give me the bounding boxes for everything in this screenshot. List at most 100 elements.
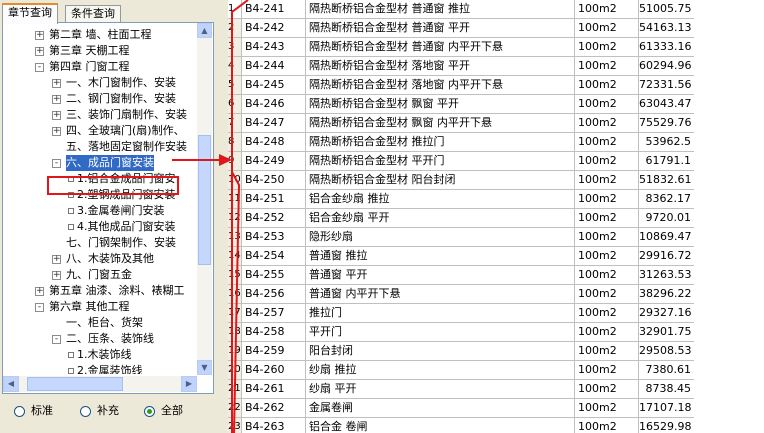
expand-icon[interactable]: + [35,287,44,296]
tree-node[interactable]: + 一、木门窗制作、安装 [3,75,196,91]
quota-price-cell[interactable]: 17107.18 [639,399,694,418]
quota-name-cell[interactable]: 推拉门 [306,304,575,323]
collapse-icon[interactable]: - [52,335,61,344]
row-number-cell[interactable]: 23 [228,418,242,433]
quota-name-cell[interactable]: 隔热断桥铝合金型材 阳台封闭 [306,171,575,190]
row-number-cell[interactable]: 5 [228,76,242,95]
quota-name-cell[interactable]: 隔热断桥铝合金型材 普通窗 内平开下悬 [306,38,575,57]
row-number-cell[interactable]: 14 [228,247,242,266]
table-row[interactable]: 4 B4-244 隔热断桥铝合金型材 落地窗 平开 100m2 60294.96 [228,57,694,76]
quota-price-cell[interactable]: 31263.53 [639,266,694,285]
row-number-cell[interactable]: 12 [228,209,242,228]
tree-node[interactable]: - 第六章 其他工程 [3,299,196,315]
quota-code-cell[interactable]: B4-246 [242,95,306,114]
quota-unit-cell[interactable]: 100m2 [575,342,639,361]
quota-price-cell[interactable]: 32901.75 [639,323,694,342]
expand-icon[interactable]: + [52,271,61,280]
table-row[interactable]: 12 B4-252 铝合金纱扇 平开 100m2 9720.01 [228,209,694,228]
quota-name-cell[interactable]: 铝合金 卷闸 [306,418,575,433]
pane-splitter[interactable] [216,0,228,433]
table-row[interactable]: 15 B4-255 普通窗 平开 100m2 31263.53 [228,266,694,285]
quota-unit-cell[interactable]: 100m2 [575,114,639,133]
collapse-icon[interactable]: - [35,303,44,312]
quota-name-cell[interactable]: 普通窗 平开 [306,266,575,285]
quota-unit-cell[interactable]: 100m2 [575,266,639,285]
expand-icon[interactable]: + [35,47,44,56]
tree-node[interactable]: - 第四章 门窗工程 [3,59,196,75]
quota-name-cell[interactable]: 平开门 [306,323,575,342]
quota-unit-cell[interactable]: 100m2 [575,323,639,342]
quota-code-cell[interactable]: B4-254 [242,247,306,266]
quota-unit-cell[interactable]: 100m2 [575,171,639,190]
table-row[interactable]: 10 B4-250 隔热断桥铝合金型材 阳台封闭 100m2 51832.61 [228,171,694,190]
row-number-cell[interactable]: 21 [228,380,242,399]
tree-horizontal-thumb[interactable] [27,377,123,391]
tree-node[interactable]: + 八、木装饰及其他 [3,251,196,267]
quota-code-cell[interactable]: B4-258 [242,323,306,342]
row-number-cell[interactable]: 4 [228,57,242,76]
quota-name-cell[interactable]: 铝合金纱扇 平开 [306,209,575,228]
quota-unit-cell[interactable]: 100m2 [575,0,639,19]
quota-price-cell[interactable]: 63043.47 [639,95,694,114]
quota-price-cell[interactable]: 29327.16 [639,304,694,323]
table-row[interactable]: 17 B4-257 推拉门 100m2 29327.16 [228,304,694,323]
quota-name-cell[interactable]: 隔热断桥铝合金型材 平开门 [306,152,575,171]
quota-price-cell[interactable]: 38296.22 [639,285,694,304]
tree-node[interactable]: - 六、成品门窗安装 [3,155,196,171]
tree-node[interactable]: + 第三章 天棚工程 [3,43,196,59]
row-number-cell[interactable]: 2 [228,19,242,38]
quota-unit-cell[interactable]: 100m2 [575,57,639,76]
quota-unit-cell[interactable]: 100m2 [575,380,639,399]
expand-icon[interactable]: + [52,95,61,104]
quota-name-cell[interactable]: 隔热断桥铝合金型材 飘窗 平开 [306,95,575,114]
quota-unit-cell[interactable]: 100m2 [575,19,639,38]
quota-price-cell[interactable]: 51832.61 [639,171,694,190]
quota-name-cell[interactable]: 隔热断桥铝合金型材 落地窗 平开 [306,57,575,76]
quota-unit-cell[interactable]: 100m2 [575,76,639,95]
table-row[interactable]: 16 B4-256 普通窗 内平开下悬 100m2 38296.22 [228,285,694,304]
row-number-cell[interactable]: 8 [228,133,242,152]
radio-standard-dot[interactable] [14,406,25,417]
quota-unit-cell[interactable]: 100m2 [575,247,639,266]
collapse-icon[interactable]: - [35,63,44,72]
row-number-cell[interactable]: 15 [228,266,242,285]
quota-price-cell[interactable]: 60294.96 [639,57,694,76]
quota-code-cell[interactable]: B4-261 [242,380,306,399]
quota-unit-cell[interactable]: 100m2 [575,228,639,247]
table-row[interactable]: 13 B4-253 隐形纱扇 100m2 10869.47 [228,228,694,247]
quota-price-cell[interactable]: 8362.17 [639,190,694,209]
table-row[interactable]: 3 B4-243 隔热断桥铝合金型材 普通窗 内平开下悬 100m2 61333.16 [228,38,694,57]
row-number-cell[interactable]: 11 [228,190,242,209]
quota-code-cell[interactable]: B4-252 [242,209,306,228]
expand-icon[interactable]: + [35,31,44,40]
quota-unit-cell[interactable]: 100m2 [575,133,639,152]
tree-node[interactable]: 一、柜台、货架 [3,315,196,331]
quota-price-cell[interactable]: 61791.1 [639,152,694,171]
quota-code-cell[interactable]: B4-249 [242,152,306,171]
expand-icon[interactable]: + [52,127,61,136]
row-number-cell[interactable]: 17 [228,304,242,323]
quota-code-cell[interactable]: B4-244 [242,57,306,76]
tree-vertical-thumb[interactable] [198,135,211,265]
row-number-cell[interactable]: 3 [228,38,242,57]
table-row[interactable]: 23 B4-263 铝合金 卷闸 100m2 16529.98 [228,418,694,433]
quota-price-cell[interactable]: 53962.5 [639,133,694,152]
table-row[interactable]: 2 B4-242 隔热断桥铝合金型材 普通窗 平开 100m2 54163.13 [228,19,694,38]
quota-unit-cell[interactable]: 100m2 [575,361,639,380]
quota-code-cell[interactable]: B4-256 [242,285,306,304]
scroll-left-icon[interactable]: ◀ [3,376,19,392]
quota-name-cell[interactable]: 隐形纱扇 [306,228,575,247]
quota-code-cell[interactable]: B4-243 [242,38,306,57]
chapter-tree[interactable]: + 第二章 墙、柱面工程 + 第三章 天棚工程 - 第四章 门窗工程 + 一、木门窗制作、安装… [3,25,196,374]
tree-node[interactable]: 2.金属装饰线 [3,363,196,374]
row-number-cell[interactable]: 13 [228,228,242,247]
quota-price-cell[interactable]: 61333.16 [639,38,694,57]
tree-node[interactable]: 3.金属卷闸门安装 [3,203,196,219]
tree-node[interactable]: + 二、钢门窗制作、安装 [3,91,196,107]
row-number-cell[interactable]: 22 [228,399,242,418]
quota-name-cell[interactable]: 普通窗 内平开下悬 [306,285,575,304]
table-row[interactable]: 8 B4-248 隔热断桥铝合金型材 推拉门 100m2 53962.5 [228,133,694,152]
collapse-icon[interactable]: - [52,159,61,168]
quota-code-cell[interactable]: B4-263 [242,418,306,433]
expand-icon[interactable]: + [52,79,61,88]
